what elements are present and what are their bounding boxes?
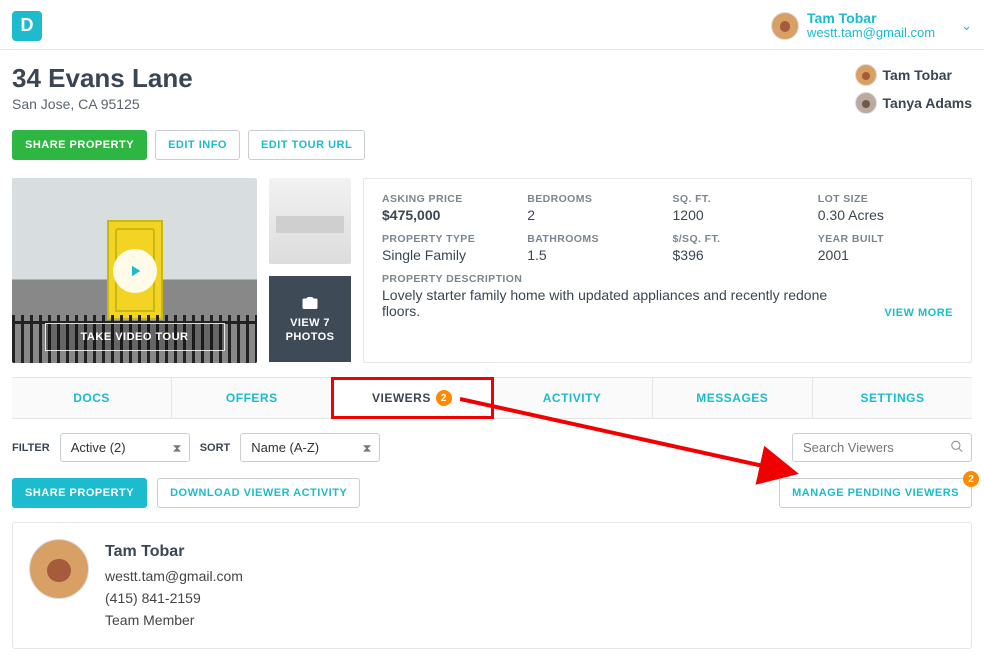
details-panel: ASKING PRICE $475,000 BEDROOMS 2 SQ. FT. 12… xyxy=(363,178,972,363)
camera-icon xyxy=(299,294,321,312)
user-text: Tam Tobar westt.tam@gmail.com xyxy=(807,10,935,41)
avatar xyxy=(855,64,877,86)
detail-value: 2001 xyxy=(818,247,953,263)
detail-value: 2 xyxy=(527,207,662,223)
detail-value: Single Family xyxy=(382,247,517,263)
search-input[interactable] xyxy=(792,433,972,462)
viewer-phone: (415) 841-2159 xyxy=(105,587,243,609)
photo-thumb[interactable] xyxy=(269,178,351,264)
detail-label: SQ. FT. xyxy=(673,193,808,205)
tab-label: Viewers xyxy=(372,391,431,405)
property-header: 34 Evans Lane San Jose, CA 95125 Tam Tob… xyxy=(0,50,984,130)
filter-label: FILTER xyxy=(12,442,50,454)
viewer-info: Tam Tobar westt.tam@gmail.com (415) 841-… xyxy=(105,539,243,632)
view-photos-line1: VIEW 7 xyxy=(290,317,330,331)
badge: 2 xyxy=(436,390,452,406)
detail-value: 1200 xyxy=(673,207,808,223)
agent-name: Tam Tobar xyxy=(883,67,953,83)
view-photos-button[interactable]: VIEW 7 PHOTOS xyxy=(269,276,351,362)
viewer-actions: Share Property Download Viewer Activity … xyxy=(0,474,984,522)
description-label: PROPERTY DESCRIPTION xyxy=(382,273,953,285)
topbar: D Tam Tobar westt.tam@gmail.com ⌄ xyxy=(0,0,984,49)
share-property-button-2[interactable]: Share Property xyxy=(12,478,147,508)
property-action-row: Share Property Edit Info Edit Tour URL xyxy=(0,130,984,178)
avatar xyxy=(29,539,89,599)
list-controls: FILTER Active (2) SORT Name (A-Z) xyxy=(0,419,984,474)
tab-messages[interactable]: Messages xyxy=(653,378,813,418)
sort-label: SORT xyxy=(200,442,231,454)
tab-activity[interactable]: Activity xyxy=(493,378,653,418)
avatar xyxy=(771,12,799,40)
search-icon xyxy=(950,439,964,456)
current-user-chip[interactable]: Tam Tobar westt.tam@gmail.com ⌄ xyxy=(771,10,972,41)
detail-label: BATHROOMS xyxy=(527,233,662,245)
share-property-button[interactable]: Share Property xyxy=(12,130,147,160)
detail-label: ASKING PRICE xyxy=(382,193,517,205)
tab-viewers[interactable]: Viewers 2 xyxy=(332,378,492,418)
play-icon xyxy=(113,249,157,293)
tabs-bar: Docs Offers Viewers 2 Activity Messages S… xyxy=(12,377,972,419)
detail-label: PROPERTY TYPE xyxy=(382,233,517,245)
filter-select[interactable]: Active (2) xyxy=(60,433,190,462)
edit-info-button[interactable]: Edit Info xyxy=(155,130,240,160)
badge: 2 xyxy=(963,471,979,487)
detail-value: $475,000 xyxy=(382,207,517,223)
chevron-down-icon[interactable]: ⌄ xyxy=(961,18,972,34)
avatar xyxy=(855,92,877,114)
description-text: Lovely starter family home with updated … xyxy=(382,287,868,319)
app-logo[interactable]: D xyxy=(12,11,42,41)
manage-pending-viewers-button[interactable]: Manage Pending Viewers xyxy=(779,478,972,508)
detail-value: $396 xyxy=(673,247,808,263)
edit-tour-url-button[interactable]: Edit Tour URL xyxy=(248,130,365,160)
tab-settings[interactable]: Settings xyxy=(813,378,972,418)
view-more-link[interactable]: VIEW MORE xyxy=(884,307,953,319)
sort-select[interactable]: Name (A-Z) xyxy=(240,433,380,462)
agent-list: Tam Tobar Tanya Adams xyxy=(855,64,972,120)
detail-label: YEAR BUILT xyxy=(818,233,953,245)
viewer-name: Tam Tobar xyxy=(105,539,243,565)
property-subtitle: San Jose, CA 95125 xyxy=(12,96,193,112)
property-title: 34 Evans Lane xyxy=(12,64,193,93)
detail-label: BEDROOMS xyxy=(527,193,662,205)
viewer-role: Team Member xyxy=(105,609,243,631)
detail-value: 0.30 Acres xyxy=(818,207,953,223)
user-email: westt.tam@gmail.com xyxy=(807,26,935,41)
agent-row[interactable]: Tam Tobar xyxy=(855,64,972,86)
hero-row: TAKE VIDEO TOUR VIEW 7 PHOTOS ASKING PRI… xyxy=(0,178,984,377)
thumb-column: VIEW 7 PHOTOS xyxy=(269,178,351,363)
viewer-email: westt.tam@gmail.com xyxy=(105,565,243,587)
tab-offers[interactable]: Offers xyxy=(172,378,332,418)
download-viewer-activity-button[interactable]: Download Viewer Activity xyxy=(157,478,360,508)
tab-docs[interactable]: Docs xyxy=(12,378,172,418)
take-video-tour-button[interactable]: TAKE VIDEO TOUR xyxy=(45,323,225,351)
detail-label: $/SQ. FT. xyxy=(673,233,808,245)
detail-label: LOT SIZE xyxy=(818,193,953,205)
main-photo[interactable]: TAKE VIDEO TOUR xyxy=(12,178,257,363)
agent-name: Tanya Adams xyxy=(883,95,972,111)
view-photos-line2: PHOTOS xyxy=(286,331,335,345)
user-name: Tam Tobar xyxy=(807,10,935,26)
agent-row[interactable]: Tanya Adams xyxy=(855,92,972,114)
detail-value: 1.5 xyxy=(527,247,662,263)
